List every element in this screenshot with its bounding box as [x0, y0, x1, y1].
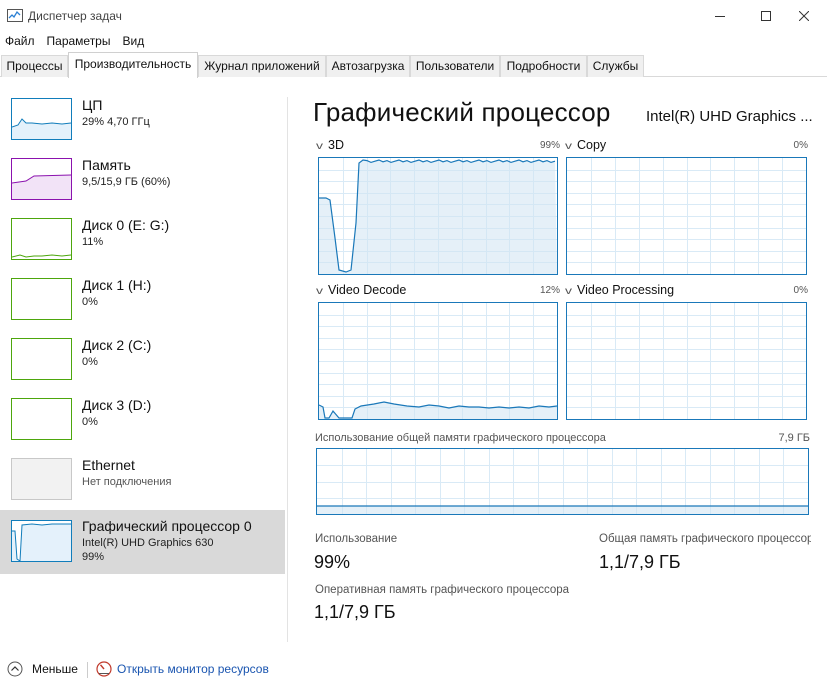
minimize-button[interactable] [697, 0, 743, 31]
resource-name: Графический процессор 0 [82, 518, 252, 534]
close-icon [799, 10, 809, 21]
window-title: Диспетчер задач [28, 9, 122, 23]
menu-bar: Файл Параметры Вид [0, 32, 827, 52]
tab-details[interactable]: Подробности [500, 55, 587, 77]
close-button[interactable] [781, 0, 827, 31]
graph-selector-3d[interactable]: v 3D [316, 138, 344, 152]
resource-detail: 11% [82, 236, 104, 248]
graph-name: 3D [328, 138, 344, 152]
ethernet-thumbnail-graph [11, 458, 72, 500]
resource-detail: 29% 4,70 ГГц [82, 116, 150, 128]
title-bar: Диспетчер задач [0, 0, 827, 32]
graph-video-processing [566, 302, 807, 420]
resource-usage: 99% [82, 551, 105, 563]
graph-copy [566, 157, 807, 275]
resource-name: Диск 3 (D:) [82, 397, 152, 413]
shared-memory-graph-max: 7,9 ГБ [778, 432, 810, 444]
resource-detail: 0% [82, 356, 98, 368]
disk2-thumbnail-graph [11, 338, 72, 380]
resource-detail: Intel(R) UHD Graphics 630 [82, 537, 214, 549]
graph-max-percent: 0% [793, 140, 808, 151]
task-manager-icon [7, 9, 23, 22]
resource-disk2[interactable]: Диск 2 (C:) 0% [0, 330, 285, 390]
resource-name: ЦП [82, 97, 103, 113]
tab-performance[interactable]: Производительность [68, 52, 198, 78]
resource-gpu0[interactable]: Графический процессор 0 Intel(R) UHD Gra… [0, 510, 285, 574]
graph-3d [318, 157, 558, 275]
graph-name: Copy [577, 138, 607, 152]
tab-services[interactable]: Службы [587, 55, 644, 77]
graph-name: Video Processing [577, 283, 675, 297]
memory-thumbnail-graph [11, 158, 72, 200]
resource-name: Память [82, 157, 131, 173]
page-title: Графический процессор [313, 97, 611, 127]
minimize-icon [715, 15, 725, 17]
tab-app-history[interactable]: Журнал приложений [198, 55, 326, 77]
graph-selector-video-processing[interactable]: v Video Processing [565, 283, 675, 297]
footer-separator [87, 662, 88, 678]
resource-list: ЦП 29% 4,70 ГГц Память 9,5/15,9 ГБ (60%)… [0, 78, 288, 640]
maximize-icon [761, 10, 771, 21]
footer-bar: Меньше Открыть монитор ресурсов [0, 656, 827, 684]
menu-view[interactable]: Вид [116, 32, 150, 52]
graph-shared-memory [316, 448, 809, 515]
usage-value: 99% [314, 552, 351, 572]
graph-max-percent: 0% [793, 285, 808, 296]
chevron-down-icon: v [316, 141, 323, 152]
resource-disk1[interactable]: Диск 1 (H:) 0% [0, 270, 285, 330]
open-resource-monitor-link[interactable]: Открыть монитор ресурсов [117, 662, 269, 676]
gpu0-thumbnail-graph [11, 520, 72, 562]
resource-name: Диск 2 (C:) [82, 337, 152, 353]
disk3-thumbnail-graph [11, 398, 72, 440]
disk1-thumbnail-graph [11, 278, 72, 320]
graph-max-percent: 99% [539, 140, 560, 151]
resource-detail: 0% [82, 296, 98, 308]
chevron-down-icon: v [565, 286, 572, 297]
shared-memory-graph-label: Использование общей памяти графического … [315, 432, 606, 444]
menu-file[interactable]: Файл [0, 32, 41, 52]
tab-users[interactable]: Пользователи [410, 55, 500, 77]
shared-memory-value: 1,1/7,9 ГБ [599, 552, 681, 572]
graph-selector-copy[interactable]: v Copy [565, 138, 607, 152]
resource-detail: Нет подключения [82, 476, 172, 488]
cpu-thumbnail-graph [11, 98, 72, 140]
tab-processes[interactable]: Процессы [1, 55, 68, 77]
disk0-thumbnail-graph [11, 218, 72, 260]
graph-selector-video-decode[interactable]: v Video Decode [316, 283, 407, 297]
shared-memory-label: Общая память графического процессора [599, 533, 811, 545]
resource-detail: 0% [82, 416, 98, 428]
fewer-details-button[interactable]: Меньше [32, 662, 78, 676]
graph-name: Video Decode [328, 283, 407, 297]
pane-divider[interactable] [287, 97, 288, 642]
resource-name: Диск 1 (H:) [82, 277, 152, 293]
gpu-model-name: Intel(R) UHD Graphics ... [646, 108, 813, 125]
chevron-down-icon: v [565, 141, 572, 152]
menu-options[interactable]: Параметры [41, 32, 117, 52]
resource-disk3[interactable]: Диск 3 (D:) 0% [0, 390, 285, 450]
resource-name: Ethernet [82, 457, 135, 473]
tab-strip: Процессы Производительность Журнал прило… [0, 52, 827, 78]
chevron-up-circle-icon[interactable] [7, 661, 23, 677]
tab-startup[interactable]: Автозагрузка [326, 55, 410, 77]
resource-name: Диск 0 (E: G:) [82, 217, 170, 233]
usage-label: Использование [315, 533, 398, 545]
dedicated-memory-value: 1,1/7,9 ГБ [314, 602, 396, 622]
resource-cpu[interactable]: ЦП 29% 4,70 ГГц [0, 90, 285, 150]
resource-monitor-icon [96, 661, 112, 677]
resource-memory[interactable]: Память 9,5/15,9 ГБ (60%) [0, 150, 285, 210]
dedicated-memory-label: Оперативная память графического процессо… [315, 584, 570, 596]
chevron-down-icon: v [316, 286, 323, 297]
graph-video-decode [318, 302, 558, 420]
resource-detail: 9,5/15,9 ГБ (60%) [82, 176, 171, 188]
resource-disk0[interactable]: Диск 0 (E: G:) 11% [0, 210, 285, 270]
resource-ethernet[interactable]: Ethernet Нет подключения [0, 450, 285, 510]
graph-max-percent: 12% [539, 285, 560, 296]
graph-shared-memory-trace-area [317, 506, 808, 514]
